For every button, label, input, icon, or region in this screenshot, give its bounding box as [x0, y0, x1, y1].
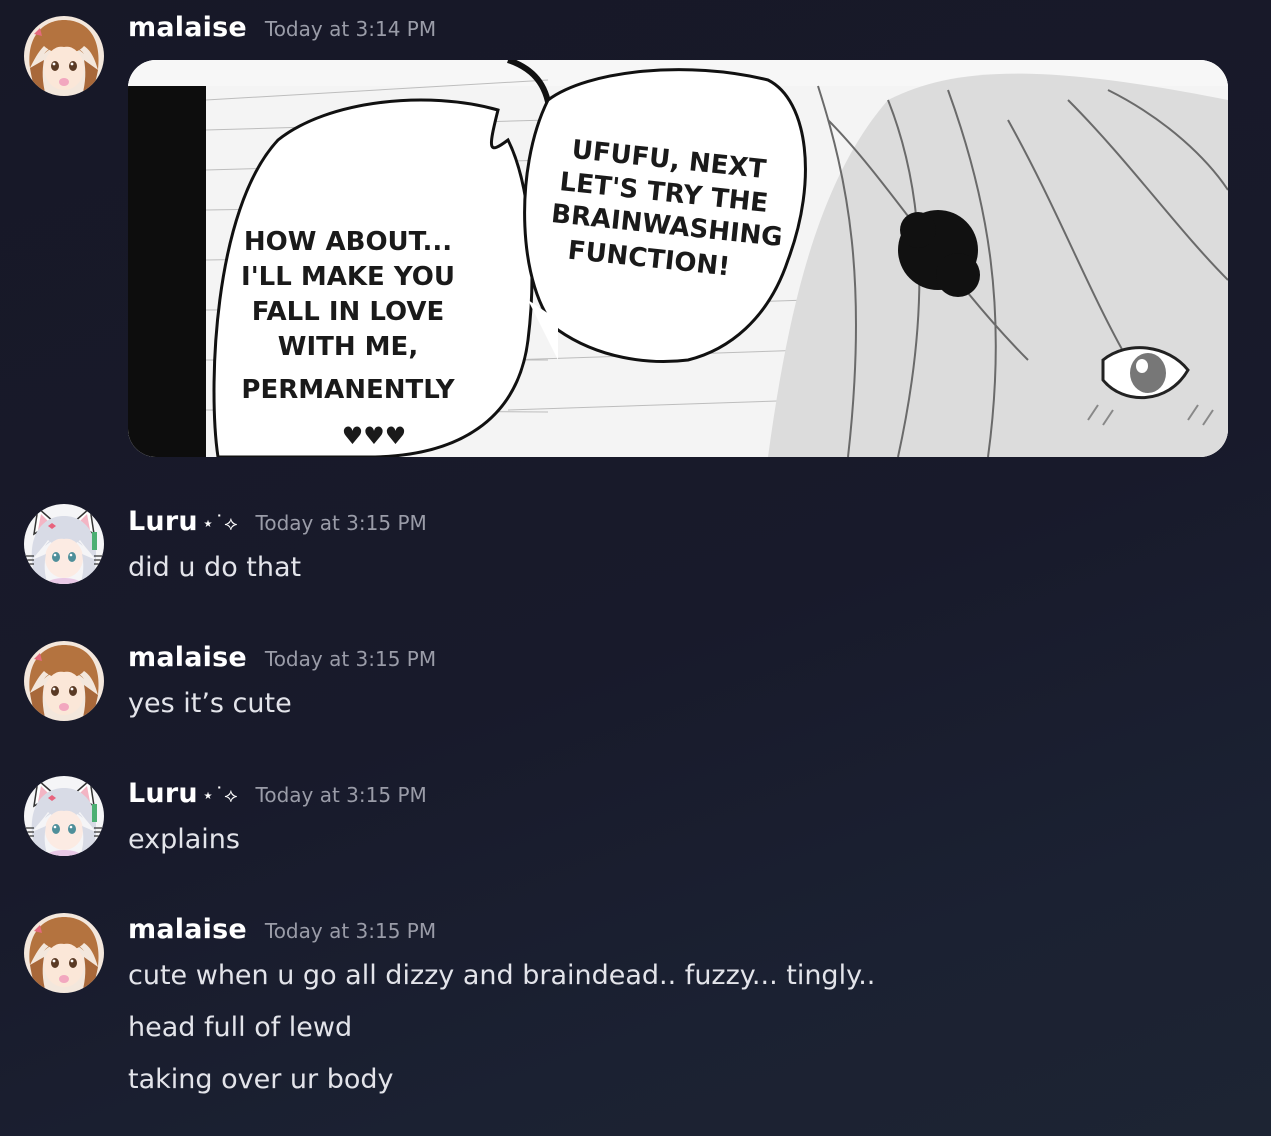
bubble-left-line: PERMANENTLY [241, 375, 455, 405]
bubble-left-line: HOW ABOUT... [244, 227, 452, 257]
brown-haired-anime-girl-avatar [24, 913, 104, 993]
timestamp[interactable]: Today at 3:15 PM [256, 783, 427, 807]
message-content: cute when u go all dizzy and braindead..… [128, 960, 876, 991]
timestamp[interactable]: Today at 3:15 PM [265, 647, 436, 671]
username-decoration: ⋆˙⟡ [201, 511, 238, 535]
avatar[interactable] [24, 16, 104, 96]
bubble-left-hearts: ♥♥♥ [342, 422, 407, 450]
timestamp[interactable]: Today at 3:14 PM [265, 17, 436, 41]
message-header: malaise Today at 3:15 PM [128, 642, 436, 674]
bubble-left-line: FALL IN LOVE [252, 297, 445, 327]
brown-haired-anime-girl-avatar [24, 16, 104, 96]
manga-panel-image: HOW ABOUT... I'LL MAKE YOU FALL IN LOVE … [128, 60, 1228, 457]
timestamp[interactable]: Today at 3:15 PM [265, 919, 436, 943]
username[interactable]: malaise [128, 12, 247, 43]
silver-haired-cat-ear-girl-avatar [24, 776, 104, 856]
timestamp[interactable]: Today at 3:15 PM [256, 511, 427, 535]
message-header: malaise Today at 3:15 PM [128, 914, 436, 946]
username[interactable]: malaise [128, 642, 247, 673]
bubble-left-line: WITH ME, [278, 332, 418, 362]
message-content: taking over ur body [128, 1064, 394, 1095]
username-decoration: ⋆˙⟡ [201, 783, 238, 807]
avatar[interactable] [24, 776, 104, 856]
message-content: yes it’s cute [128, 688, 292, 719]
message-content: did u do that [128, 552, 302, 583]
message-header: Luru ⋆˙⟡ Today at 3:15 PM [128, 506, 427, 538]
brown-haired-anime-girl-avatar [24, 641, 104, 721]
bubble-left-line: I'LL MAKE YOU [241, 262, 455, 292]
username[interactable]: Luru [128, 778, 198, 809]
image-attachment[interactable]: HOW ABOUT... I'LL MAKE YOU FALL IN LOVE … [128, 60, 1228, 457]
message-header: malaise Today at 3:14 PM [128, 12, 436, 44]
username[interactable]: Luru [128, 506, 198, 537]
message-header: Luru ⋆˙⟡ Today at 3:15 PM [128, 778, 427, 810]
avatar[interactable] [24, 504, 104, 584]
username[interactable]: malaise [128, 914, 247, 945]
avatar[interactable] [24, 641, 104, 721]
avatar[interactable] [24, 913, 104, 993]
message-content: head full of lewd [128, 1012, 353, 1043]
silver-haired-cat-ear-girl-avatar [24, 504, 104, 584]
message-content: explains [128, 824, 240, 855]
